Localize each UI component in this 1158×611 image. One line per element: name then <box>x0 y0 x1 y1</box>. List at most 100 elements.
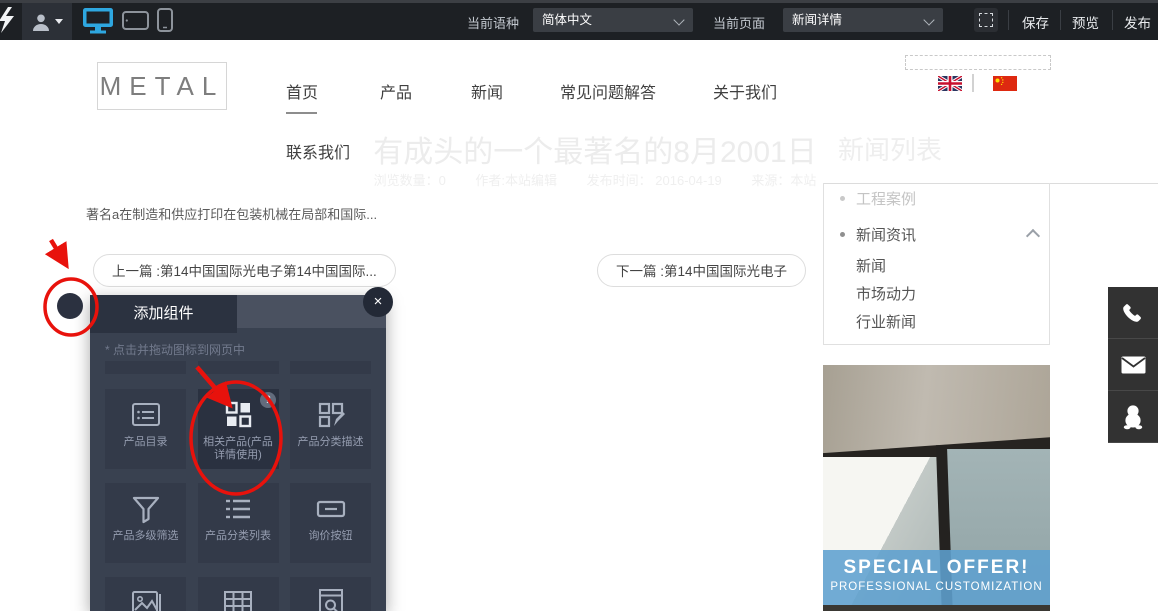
tile-image-component[interactable] <box>105 577 186 611</box>
tile-partial <box>105 361 186 374</box>
component-grid: 产品目录 ? 相关产品(产品详情使用) 产品分类 <box>105 389 371 611</box>
page-search-icon <box>314 586 348 611</box>
tablet-view-button[interactable] <box>122 6 149 34</box>
meta-source: 来源：本站 <box>751 173 816 188</box>
close-icon[interactable]: × <box>363 287 393 317</box>
category-description-icon <box>314 398 348 432</box>
nav-active-underline <box>286 112 317 114</box>
desktop-view-button[interactable] <box>82 6 114 34</box>
tile-product-catalog[interactable]: 产品目录 <box>105 389 186 469</box>
qq-contact-button[interactable] <box>1108 391 1158 443</box>
tile-category-list[interactable]: 产品分类列表 <box>198 483 279 563</box>
language-select-value: 简体中文 <box>542 13 592 27</box>
meta-views: 浏览数量：0 <box>374 173 446 188</box>
language-select[interactable]: 简体中文 <box>533 8 693 32</box>
tile-label: 产品分类列表 <box>203 530 273 543</box>
page-select-value: 新闻详情 <box>792 13 842 27</box>
image-icon <box>129 586 163 611</box>
china-flag-icon[interactable] <box>993 76 1017 91</box>
uk-flag-icon[interactable] <box>938 76 962 91</box>
flag-divider <box>972 74 974 92</box>
tile-multi-level-filter[interactable]: 产品多级筛选 <box>105 483 186 563</box>
chevron-down-icon <box>923 14 934 25</box>
prev-article-button[interactable]: 上一篇 :第14中国国际光电子第14中国国际... <box>93 254 396 287</box>
product-catalog-icon <box>129 398 163 432</box>
photo-bottom-strip <box>823 605 1050 611</box>
editor-placeholder-box[interactable] <box>905 55 1051 70</box>
subcategory-market[interactable]: 市场动力 <box>856 283 916 304</box>
sections-outline-button[interactable] <box>974 8 998 32</box>
language-label: 当前语种 <box>467 13 519 32</box>
mobile-view-button[interactable] <box>157 6 173 34</box>
bullet-icon <box>840 232 845 237</box>
nav-item-about[interactable]: 关于我们 <box>713 79 777 103</box>
tile-partial <box>198 361 279 374</box>
nav-item-news[interactable]: 新闻 <box>471 79 503 103</box>
drag-handle-dot <box>57 293 83 319</box>
nav-item-faq[interactable]: 常见问题解答 <box>560 79 656 103</box>
subcategory-industry[interactable]: 行业新闻 <box>856 311 916 332</box>
article-excerpt: 著名a在制造和供应打印在包装机械在局部和国际... <box>86 204 377 223</box>
qq-penguin-icon <box>1121 404 1145 430</box>
dashed-square-icon <box>979 13 993 27</box>
mobile-icon <box>157 8 173 32</box>
sidebar-promo-image[interactable]: SPECIAL OFFER! PROFESSIONAL CUSTOMIZATIO… <box>823 365 1050 611</box>
tile-table-component[interactable] <box>198 577 279 611</box>
account-menu[interactable] <box>22 3 72 40</box>
page-select[interactable]: 新闻详情 <box>783 8 943 32</box>
tile-label: 产品多级筛选 <box>111 530 181 543</box>
save-button[interactable]: 保存 <box>1022 12 1049 32</box>
tile-related-products[interactable]: ? 相关产品(产品详情使用) <box>198 389 279 469</box>
page-label: 当前页面 <box>713 13 765 32</box>
article-title-faded: 有成头的一个最著名的8月2001日 <box>280 127 910 171</box>
meta-author: 作者:本站编辑 <box>475 173 557 188</box>
nav-item-home[interactable]: 首页 <box>286 79 318 103</box>
tile-partial <box>290 361 371 374</box>
add-component-panel: 添加组件 × * 点击并拖动图标到网页中 产品目录 ? <box>90 295 386 611</box>
tile-category-description[interactable]: 产品分类描述 <box>290 389 371 469</box>
table-icon <box>221 586 255 611</box>
bullet-icon <box>840 196 845 201</box>
list-icon <box>221 492 255 526</box>
tablet-icon <box>122 11 149 30</box>
help-badge[interactable]: ? <box>260 392 276 408</box>
tile-label: 相关产品(产品详情使用) <box>198 436 279 462</box>
publish-button[interactable]: 发布 <box>1124 12 1151 32</box>
site-logo[interactable]: METAL <box>97 62 227 110</box>
toolbar-divider <box>1060 10 1061 30</box>
news-list-title-faded: 新闻列表 <box>838 130 942 167</box>
drag-hint-text: * 点击并拖动图标到网页中 <box>105 341 245 358</box>
preview-button[interactable]: 预览 <box>1072 12 1099 32</box>
banner-headline: SPECIAL OFFER! <box>823 557 1050 579</box>
window-top-strip <box>0 0 1158 3</box>
special-offer-banner: SPECIAL OFFER! PROFESSIONAL CUSTOMIZATIO… <box>823 550 1050 605</box>
tile-inquiry-button[interactable]: 询价按钮 <box>290 483 371 563</box>
filter-funnel-icon <box>129 492 163 526</box>
mail-icon <box>1121 356 1146 374</box>
category-cases[interactable]: 工程案例 <box>856 188 916 209</box>
email-contact-button[interactable] <box>1108 339 1158 391</box>
tile-page-search[interactable] <box>290 577 371 611</box>
next-article-button[interactable]: 下一篇 :第14中国国际光电子 <box>597 254 806 287</box>
chevron-down-icon <box>55 19 63 24</box>
tile-label: 询价按钮 <box>307 530 355 543</box>
annotation-arrow-handle <box>51 240 65 263</box>
chevron-down-icon <box>673 14 684 25</box>
toolbar-divider <box>1008 10 1009 30</box>
category-news[interactable]: 新闻资讯 <box>856 224 916 245</box>
panel-tab-add-component[interactable]: 添加组件 <box>90 295 237 333</box>
phone-icon <box>1122 302 1144 324</box>
editor-toolbar: 当前语种 简体中文 当前页面 新闻详情 保存 预览 发布 <box>0 0 1158 40</box>
avatar-icon <box>31 12 51 32</box>
meta-publish-time: 发布时间： 2016-04-19 <box>587 173 722 188</box>
button-icon <box>314 492 348 526</box>
desktop-icon <box>82 7 114 34</box>
tile-label: 产品分类描述 <box>296 436 366 449</box>
nav-item-products[interactable]: 产品 <box>380 79 412 103</box>
subcategory-news[interactable]: 新闻 <box>856 255 886 276</box>
tile-label: 产品目录 <box>122 436 170 449</box>
toolbar-divider <box>1112 10 1113 30</box>
phone-contact-button[interactable] <box>1108 287 1158 339</box>
editor-window: 当前语种 简体中文 当前页面 新闻详情 保存 预览 发布 METAL 首页 产品… <box>0 0 1158 611</box>
related-products-icon <box>221 398 255 432</box>
